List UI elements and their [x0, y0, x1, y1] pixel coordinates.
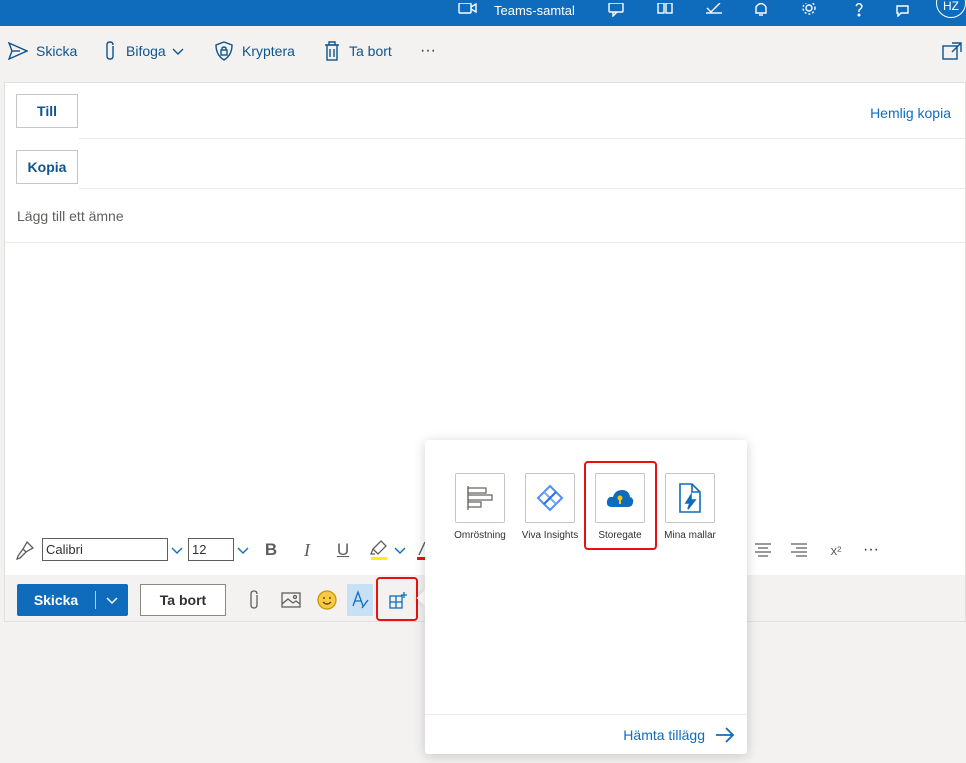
- delete-command[interactable]: Ta bort: [323, 38, 392, 64]
- addin-tile: [455, 473, 505, 523]
- more-format-button[interactable]: ···: [860, 539, 882, 561]
- highlight-button[interactable]: [368, 538, 390, 562]
- format-painter-button[interactable]: [15, 539, 35, 561]
- font-name-dropdown[interactable]: [170, 541, 184, 559]
- highlight-dropdown[interactable]: [393, 541, 407, 559]
- font-size-input[interactable]: 12: [188, 538, 234, 561]
- checklist-icon: [706, 3, 722, 14]
- delete-command-label: Ta bort: [349, 43, 392, 59]
- storegate-highlight: [584, 461, 657, 550]
- chevron-down-icon: [237, 547, 249, 554]
- addin-poll[interactable]: Omröstning: [448, 473, 512, 541]
- arrow-right-icon: [716, 727, 735, 743]
- poll-icon: [467, 486, 493, 510]
- addin-tile: [665, 473, 715, 523]
- attach-command[interactable]: Bifoga: [104, 38, 184, 64]
- send-command-label: Skicka: [36, 43, 78, 59]
- encrypt-command-label: Kryptera: [242, 43, 295, 59]
- more-commands[interactable]: ···: [420, 38, 436, 64]
- help-button[interactable]: [853, 0, 865, 20]
- gear-icon: [802, 3, 816, 15]
- emoji-button[interactable]: [315, 588, 339, 612]
- chevron-down-icon: [394, 547, 406, 554]
- settings-button[interactable]: [800, 0, 818, 20]
- to-divider: [79, 138, 965, 139]
- align-center-icon: [755, 543, 771, 557]
- office-apps-button[interactable]: [656, 0, 674, 20]
- emoji-icon: [317, 590, 337, 610]
- underline-button[interactable]: U: [333, 539, 353, 561]
- discard-button[interactable]: Ta bort: [140, 584, 226, 616]
- popup-footer: Hämta tillägg: [425, 714, 747, 754]
- trash-icon: [325, 41, 339, 61]
- paintbrush-icon: [15, 540, 35, 560]
- chat-icon: [608, 3, 624, 17]
- teams-call-button[interactable]: Teams-samtal: [458, 0, 575, 20]
- office-icon: [657, 3, 673, 14]
- addin-name: Mina mallar: [664, 530, 716, 541]
- video-icon: [458, 3, 477, 14]
- attach-command-label: Bifoga: [126, 43, 166, 59]
- encrypt-command[interactable]: Kryptera: [214, 38, 295, 64]
- apps-button-highlight: [376, 577, 418, 621]
- top-bar: Teams-samtal HZ: [0, 0, 966, 26]
- chat-icon-button[interactable]: [607, 0, 627, 20]
- font-size-dropdown[interactable]: [236, 541, 250, 559]
- bold-button[interactable]: B: [261, 539, 281, 561]
- send-button-label: Skicka: [33, 592, 79, 608]
- editor-button[interactable]: [347, 584, 373, 616]
- paperclip-icon: [250, 590, 258, 609]
- get-addins-label: Hämta tillägg: [623, 727, 705, 743]
- to-button[interactable]: Till: [16, 94, 78, 128]
- feedback-button[interactable]: [896, 0, 914, 20]
- cc-divider: [79, 188, 965, 189]
- feedback-icon: [896, 5, 909, 17]
- shield-lock-icon: [215, 41, 233, 61]
- highlighter-icon: [370, 540, 387, 560]
- chevron-down-icon: [172, 48, 184, 55]
- addin-name: Omröstning: [454, 530, 506, 541]
- viva-insights-icon: [536, 484, 564, 512]
- bcc-link[interactable]: Hemlig kopia: [870, 105, 951, 121]
- help-icon: [855, 3, 863, 17]
- teams-call-label: Teams-samtal: [494, 2, 575, 18]
- addin-viva-insights[interactable]: Viva Insights: [518, 473, 582, 541]
- command-bar: Skicka Bifoga Kryptera Ta bort ···: [0, 26, 966, 76]
- send-command[interactable]: Skicka: [8, 38, 77, 64]
- chevron-down-icon: [171, 547, 183, 554]
- avatar[interactable]: HZ: [936, 0, 966, 18]
- paperclip-icon: [106, 41, 114, 60]
- align-right-icon: [791, 543, 807, 557]
- get-addins-link[interactable]: Hämta tillägg: [623, 727, 735, 743]
- cc-button[interactable]: Kopia: [16, 150, 78, 184]
- tasks-button[interactable]: [705, 0, 723, 20]
- pop-out-icon: [942, 42, 962, 60]
- align-right-button[interactable]: [789, 539, 809, 561]
- bell-icon: [755, 3, 767, 16]
- font-name-input[interactable]: Calibri: [42, 538, 168, 561]
- chevron-down-icon: [106, 597, 118, 605]
- image-icon: [281, 592, 301, 608]
- italic-button[interactable]: I: [297, 539, 317, 561]
- attach-file-button[interactable]: [243, 588, 267, 612]
- superscript-button[interactable]: x²: [825, 539, 847, 561]
- align-center-button[interactable]: [753, 539, 773, 561]
- addin-tile: [525, 473, 575, 523]
- templates-icon: [679, 483, 701, 513]
- send-button[interactable]: Skicka: [17, 584, 128, 616]
- insert-picture-button[interactable]: [279, 588, 303, 612]
- send-options-dropdown[interactable]: [96, 595, 128, 605]
- send-icon: [8, 42, 28, 60]
- addin-my-templates[interactable]: Mina mallar: [658, 473, 722, 541]
- editor-pen-icon: [352, 590, 369, 609]
- notifications-button[interactable]: [753, 0, 769, 20]
- subject-divider: [5, 242, 965, 243]
- subject-input[interactable]: Lägg till ett ämne: [17, 208, 124, 224]
- pop-out-button[interactable]: [942, 38, 966, 64]
- addin-name: Viva Insights: [521, 530, 579, 541]
